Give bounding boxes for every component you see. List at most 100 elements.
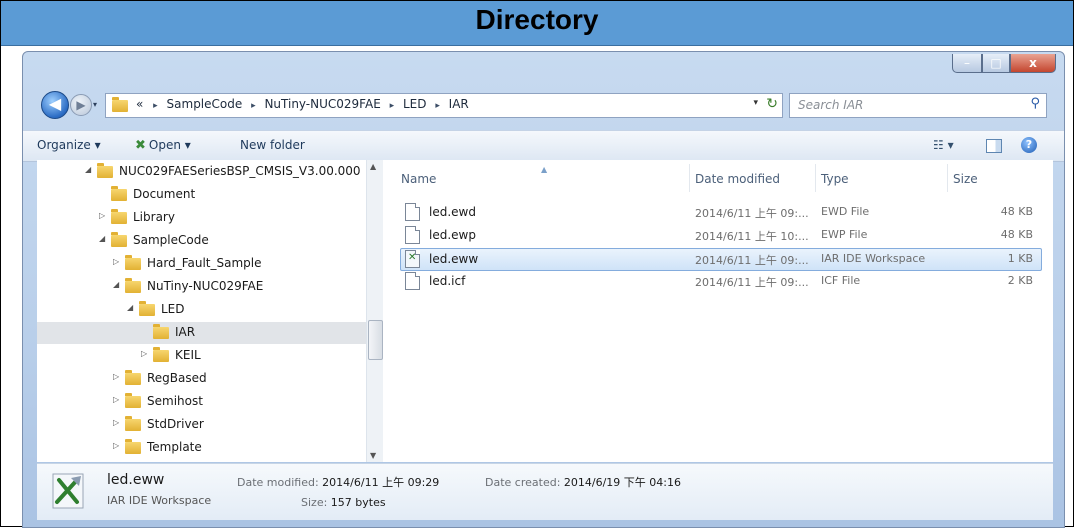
file-type: EWD File: [821, 205, 870, 218]
refresh-icon[interactable]: ↻: [766, 96, 778, 112]
file-icon: [405, 272, 420, 290]
minimize-button[interactable]: –: [952, 54, 982, 73]
file-icon: [405, 203, 420, 221]
scrollbar-thumb[interactable]: [368, 320, 383, 360]
tree-item-label: Library: [133, 210, 175, 224]
column-divider[interactable]: [947, 164, 948, 192]
expand-arrow-icon[interactable]: ◢: [85, 165, 95, 174]
details-modified-label: Date modified:: [237, 476, 319, 489]
column-header-date[interactable]: Date modified: [695, 172, 780, 186]
expand-arrow-icon[interactable]: ◢: [127, 303, 137, 312]
details-created: Date created: 2014/6/19 下午 04:16: [485, 474, 681, 490]
column-divider[interactable]: [689, 164, 690, 192]
breadcrumb-separator-icon[interactable]: ▸: [390, 101, 395, 111]
search-icon[interactable]: ⚲: [1030, 96, 1040, 111]
file-row[interactable]: led.icf 2014/6/11 上午 09:... ICF File 2 KB: [401, 271, 1041, 292]
column-header-type[interactable]: Type: [821, 172, 849, 186]
views-icon[interactable]: ☷ ▾: [933, 138, 954, 152]
new-folder-button[interactable]: New folder: [240, 138, 305, 152]
tree-item-label: Hard_Fault_Sample: [147, 256, 262, 270]
column-divider[interactable]: [815, 164, 816, 192]
maximize-button[interactable]: □: [982, 54, 1010, 73]
workspace-file-icon: ✕: [405, 250, 420, 268]
preview-pane-icon[interactable]: [986, 139, 1002, 153]
slide-frame: Directory – □ x ◀ ▶ ▾ « ▸ SampleCode ▸ N…: [0, 0, 1074, 528]
tree-item[interactable]: ▷ KEIL: [37, 345, 381, 367]
scroll-down-icon[interactable]: ▼: [370, 451, 376, 460]
tree-item-label: LED: [161, 302, 185, 316]
expand-arrow-icon[interactable]: ▷: [113, 372, 123, 381]
column-header-name[interactable]: Name: [401, 172, 436, 186]
navigation-pane: ◢ NUC029FAESeriesBSP_CMSIS_V3.00.000 Docum…: [37, 160, 382, 462]
tree-item[interactable]: ▷ Library: [37, 207, 381, 229]
breadcrumb-item[interactable]: LED: [403, 97, 427, 111]
folder-icon: [139, 301, 155, 316]
back-arrow-icon[interactable]: ◀: [41, 91, 69, 119]
navigation-row: ◀ ▶ ▾ « ▸ SampleCode ▸ NuTiny-NUC029FAE …: [23, 88, 1064, 122]
expand-arrow-icon[interactable]: ▷: [141, 349, 151, 358]
details-size-label: Size:: [301, 496, 328, 509]
expand-arrow-icon[interactable]: ▷: [113, 395, 123, 404]
folder-icon: [112, 97, 128, 112]
command-toolbar: Organize ▾ ✖ Open ▾ New folder ☷ ▾ ?: [23, 130, 1064, 162]
tree-item[interactable]: ◢ NuTiny-NUC029FAE: [37, 276, 381, 298]
folder-icon: [125, 439, 141, 454]
file-type: ICF File: [821, 274, 861, 287]
file-date: 2014/6/11 上午 09:...: [695, 207, 809, 220]
forward-arrow-icon[interactable]: ▶: [70, 94, 92, 116]
open-button[interactable]: ✖ Open ▾: [135, 138, 191, 153]
help-icon[interactable]: ?: [1021, 137, 1037, 153]
tree-item[interactable]: ▷ Semihost: [37, 391, 381, 413]
navigation-scrollbar[interactable]: ▲ ▼: [366, 160, 383, 462]
breadcrumb-item[interactable]: NuTiny-NUC029FAE: [264, 97, 380, 111]
expand-arrow-icon[interactable]: ▷: [113, 441, 123, 450]
column-header-size[interactable]: Size: [953, 172, 978, 186]
expand-arrow-icon[interactable]: ◢: [99, 234, 109, 243]
folder-icon: [111, 232, 127, 247]
file-type: EWP File: [821, 228, 868, 241]
tree-item[interactable]: ▷ Template: [37, 437, 381, 459]
tree-item[interactable]: ▷ StdDriver: [37, 414, 381, 436]
open-button-label: Open ▾: [148, 138, 191, 152]
sort-ascending-icon: ▲: [541, 165, 548, 174]
file-size: 48 KB: [1000, 228, 1033, 241]
folder-icon: [153, 347, 169, 362]
folder-icon: [111, 209, 127, 224]
address-bar[interactable]: « ▸ SampleCode ▸ NuTiny-NUC029FAE ▸ LED …: [105, 93, 783, 118]
tree-item[interactable]: IAR: [37, 322, 381, 344]
folder-icon: [111, 186, 127, 201]
folder-icon: [125, 370, 141, 385]
tree-item[interactable]: ◢ SampleCode: [37, 230, 381, 252]
expand-arrow-icon[interactable]: ▷: [113, 257, 123, 266]
close-button[interactable]: x: [1010, 54, 1056, 73]
workspace-mark-icon: ✕: [408, 252, 417, 263]
tree-item-label: KEIL: [175, 348, 201, 362]
file-row[interactable]: ✕ led.eww 2014/6/11 上午 09:... IAR IDE Works…: [400, 248, 1042, 271]
organize-button[interactable]: Organize ▾: [37, 138, 101, 152]
breadcrumb-item[interactable]: SampleCode: [167, 97, 243, 111]
expand-arrow-icon[interactable]: ▷: [113, 418, 123, 427]
tree-item[interactable]: ◢ LED: [37, 299, 381, 321]
tree-item[interactable]: Document: [37, 184, 381, 206]
breadcrumb-overflow[interactable]: «: [136, 97, 143, 111]
breadcrumb-separator-icon[interactable]: ▸: [251, 101, 256, 111]
tree-item[interactable]: ◢ NUC029FAESeriesBSP_CMSIS_V3.00.000: [37, 161, 381, 183]
folder-icon: [97, 163, 113, 178]
tree-item[interactable]: ▷ RegBased: [37, 368, 381, 390]
search-input[interactable]: Search IAR ⚲: [789, 93, 1047, 118]
file-size: 48 KB: [1000, 205, 1033, 218]
expand-arrow-icon[interactable]: ▷: [99, 211, 109, 220]
expand-arrow-icon[interactable]: ◢: [113, 280, 123, 289]
breadcrumb-item[interactable]: IAR: [449, 97, 469, 111]
address-dropdown-icon[interactable]: ▾: [753, 98, 758, 108]
details-size-value: 157 bytes: [330, 496, 386, 509]
file-row[interactable]: led.ewd 2014/6/11 上午 09:... EWD File 48 KB: [401, 202, 1041, 223]
tree-item-label: StdDriver: [147, 417, 204, 431]
folder-icon: [125, 393, 141, 408]
file-row[interactable]: led.ewp 2014/6/11 上午 10:... EWP File 48 KB: [401, 225, 1041, 246]
breadcrumb-separator-icon[interactable]: ▸: [435, 101, 440, 111]
tree-item[interactable]: ▷ Hard_Fault_Sample: [37, 253, 381, 275]
recent-pages-dropdown[interactable]: ▾: [93, 100, 97, 109]
folder-icon: [125, 278, 141, 293]
scroll-up-icon[interactable]: ▲: [370, 162, 376, 171]
